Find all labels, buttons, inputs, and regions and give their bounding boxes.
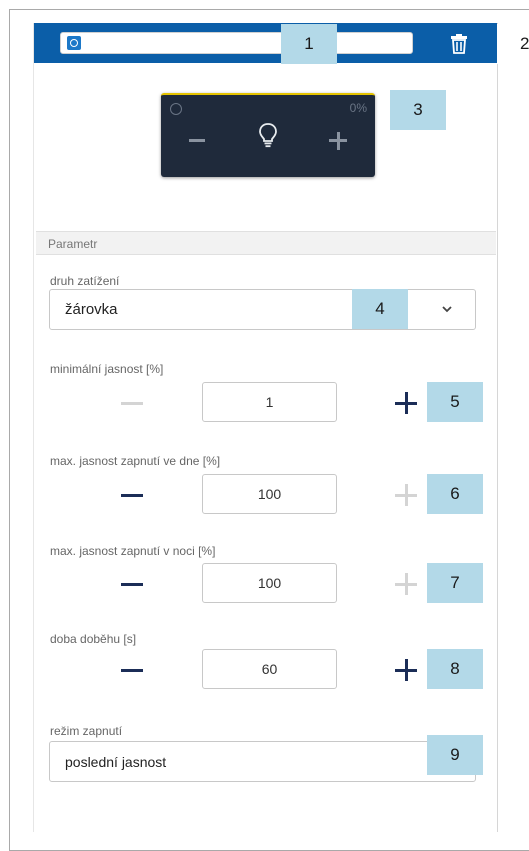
tile-plus-button-vertical (336, 132, 340, 150)
panel-header (34, 23, 497, 63)
min-brightness-decrement-button[interactable] (121, 402, 143, 405)
max-night-increment-button[interactable] (395, 573, 417, 595)
run-on-label: doba doběhu [s] (50, 632, 137, 646)
tile-status-icon (170, 103, 182, 115)
callout-8: 8 (427, 649, 483, 689)
max-day-decrement-button[interactable] (121, 494, 143, 497)
min-brightness-label: minimální jasnost [%] (50, 362, 164, 376)
load-type-select[interactable]: žárovka (49, 289, 476, 330)
run-on-input[interactable] (202, 649, 337, 689)
mode-select[interactable]: poslední jasnost (49, 741, 476, 782)
min-brightness-input[interactable] (202, 382, 337, 422)
dimmer-preview-tile[interactable]: 0% (161, 93, 375, 177)
channel-icon (67, 36, 81, 50)
load-type-value: žárovka (65, 301, 118, 318)
callout-9: 9 (427, 735, 483, 775)
callout-4: 4 (352, 289, 408, 329)
max-night-input[interactable] (202, 563, 337, 603)
tile-percent: 0% (349, 101, 367, 115)
max-night-label: max. jasnost zapnutí v noci [%] (50, 544, 216, 558)
callout-1: 1 (281, 24, 337, 64)
plus-icon-vertical (404, 392, 408, 414)
callout-3: 3 (390, 90, 446, 130)
plus-icon-vertical (404, 573, 408, 595)
callout-6: 6 (427, 474, 483, 514)
plus-icon-vertical (404, 484, 408, 506)
callout-7: 7 (427, 563, 483, 603)
run-on-increment-button[interactable] (395, 659, 417, 681)
max-day-label: max. jasnost zapnutí ve dne [%] (50, 454, 221, 468)
max-night-decrement-button[interactable] (121, 583, 143, 586)
load-type-label: druh zatížení (50, 274, 120, 288)
callout-5: 5 (427, 382, 483, 422)
chevron-down-icon (442, 306, 452, 313)
mode-label: režim zapnutí (50, 724, 123, 738)
plus-icon-vertical (404, 659, 408, 681)
channel-name-input[interactable] (60, 32, 413, 54)
delete-button[interactable] (447, 32, 471, 56)
light-bulb-icon (259, 123, 277, 148)
max-day-input[interactable] (202, 474, 337, 514)
section-parametr: Parametr (36, 231, 496, 255)
mode-value: poslední jasnost (65, 754, 167, 770)
min-brightness-increment-button[interactable] (395, 392, 417, 414)
callout-2: 2 (497, 24, 529, 64)
run-on-decrement-button[interactable] (121, 669, 143, 672)
trash-icon (451, 34, 467, 54)
max-day-increment-button[interactable] (395, 484, 417, 506)
tile-minus-button[interactable] (189, 139, 205, 142)
